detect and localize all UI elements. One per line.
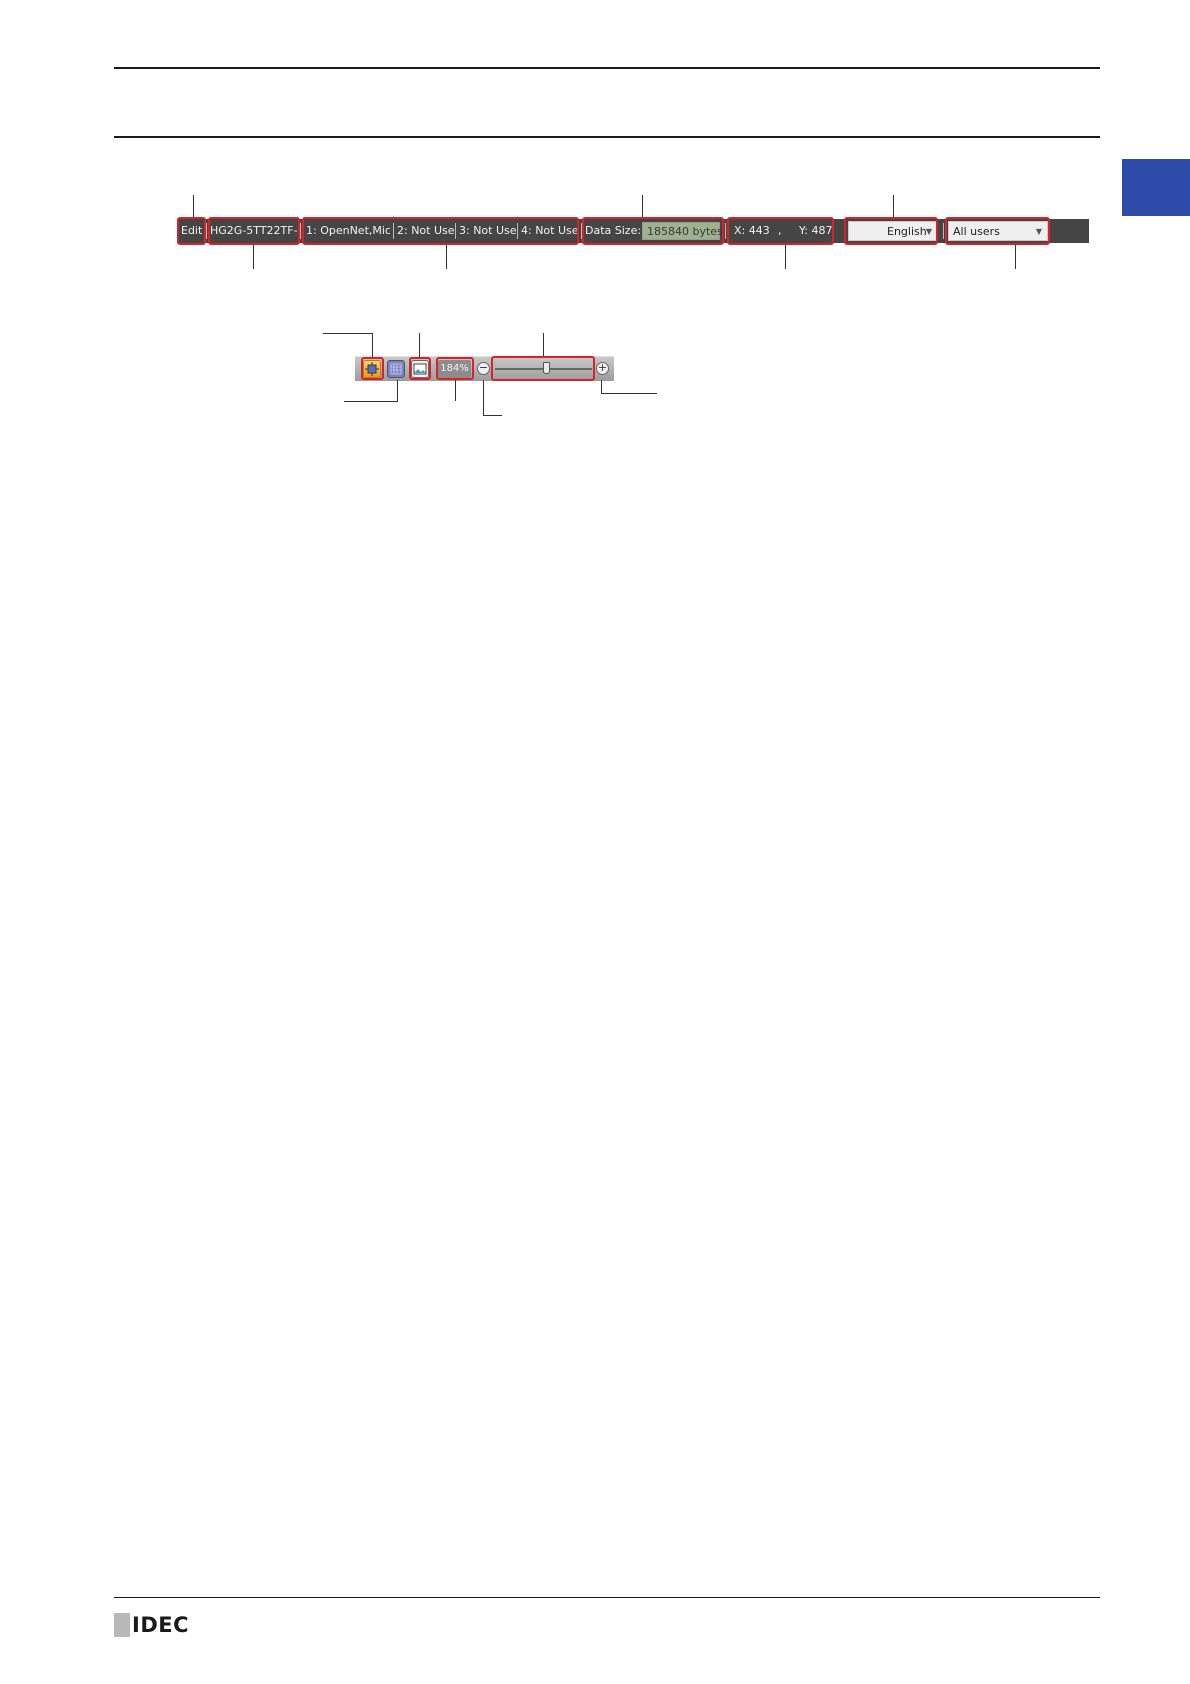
leader-line-coordinates — [785, 245, 786, 269]
logo-mark — [114, 1613, 130, 1637]
zoom-in-button[interactable]: + — [596, 362, 609, 375]
grid-icon — [390, 363, 402, 375]
highlight-data-size — [582, 217, 724, 245]
leader-line-image — [419, 333, 420, 357]
separator — [725, 223, 726, 239]
leader-line-zoom-percent — [455, 380, 456, 401]
leader-line-zoom-out — [483, 380, 484, 416]
zoom-in-icon: + — [597, 361, 608, 374]
highlight-coordinates — [727, 217, 834, 245]
logo-text: IDEC — [132, 1613, 190, 1637]
leader-line-language — [893, 195, 894, 217]
leader-line-model — [253, 245, 254, 269]
leader-line-zoom-in — [601, 380, 602, 394]
zoom-out-button[interactable]: − — [477, 362, 490, 375]
highlight-mode — [177, 217, 206, 245]
footer-rule — [114, 1597, 1100, 1598]
leader-line-zoom-slider — [543, 333, 544, 356]
leader-line-grid — [344, 401, 398, 402]
highlight-fit-button — [361, 357, 384, 380]
highlight-ports — [302, 217, 579, 245]
company-logo: IDEC — [114, 1613, 189, 1637]
chapter-tab — [1122, 159, 1190, 216]
highlight-zoom-percent — [436, 357, 474, 380]
leader-line-user — [1015, 245, 1016, 269]
leader-line-mode — [193, 195, 194, 217]
highlight-zoom-slider — [491, 356, 595, 381]
leader-line-data-size — [642, 195, 643, 217]
highlight-user — [945, 217, 1050, 245]
separator — [206, 223, 207, 239]
leader-line-fit — [323, 333, 373, 334]
highlight-model — [208, 217, 300, 245]
header-bottom-rule — [114, 136, 1100, 138]
zoom-out-icon: − — [478, 361, 489, 374]
grid-button[interactable] — [387, 360, 405, 378]
separator — [300, 223, 301, 239]
leader-line-fit — [372, 333, 373, 357]
header-top-rule — [114, 67, 1100, 69]
separator — [943, 223, 944, 239]
leader-line-grid — [397, 380, 398, 401]
highlight-language — [844, 217, 938, 245]
highlight-image-button — [409, 357, 431, 380]
leader-line-zoom-out — [483, 415, 502, 416]
leader-line-zoom-in — [601, 393, 657, 394]
leader-line-ports — [446, 245, 447, 269]
